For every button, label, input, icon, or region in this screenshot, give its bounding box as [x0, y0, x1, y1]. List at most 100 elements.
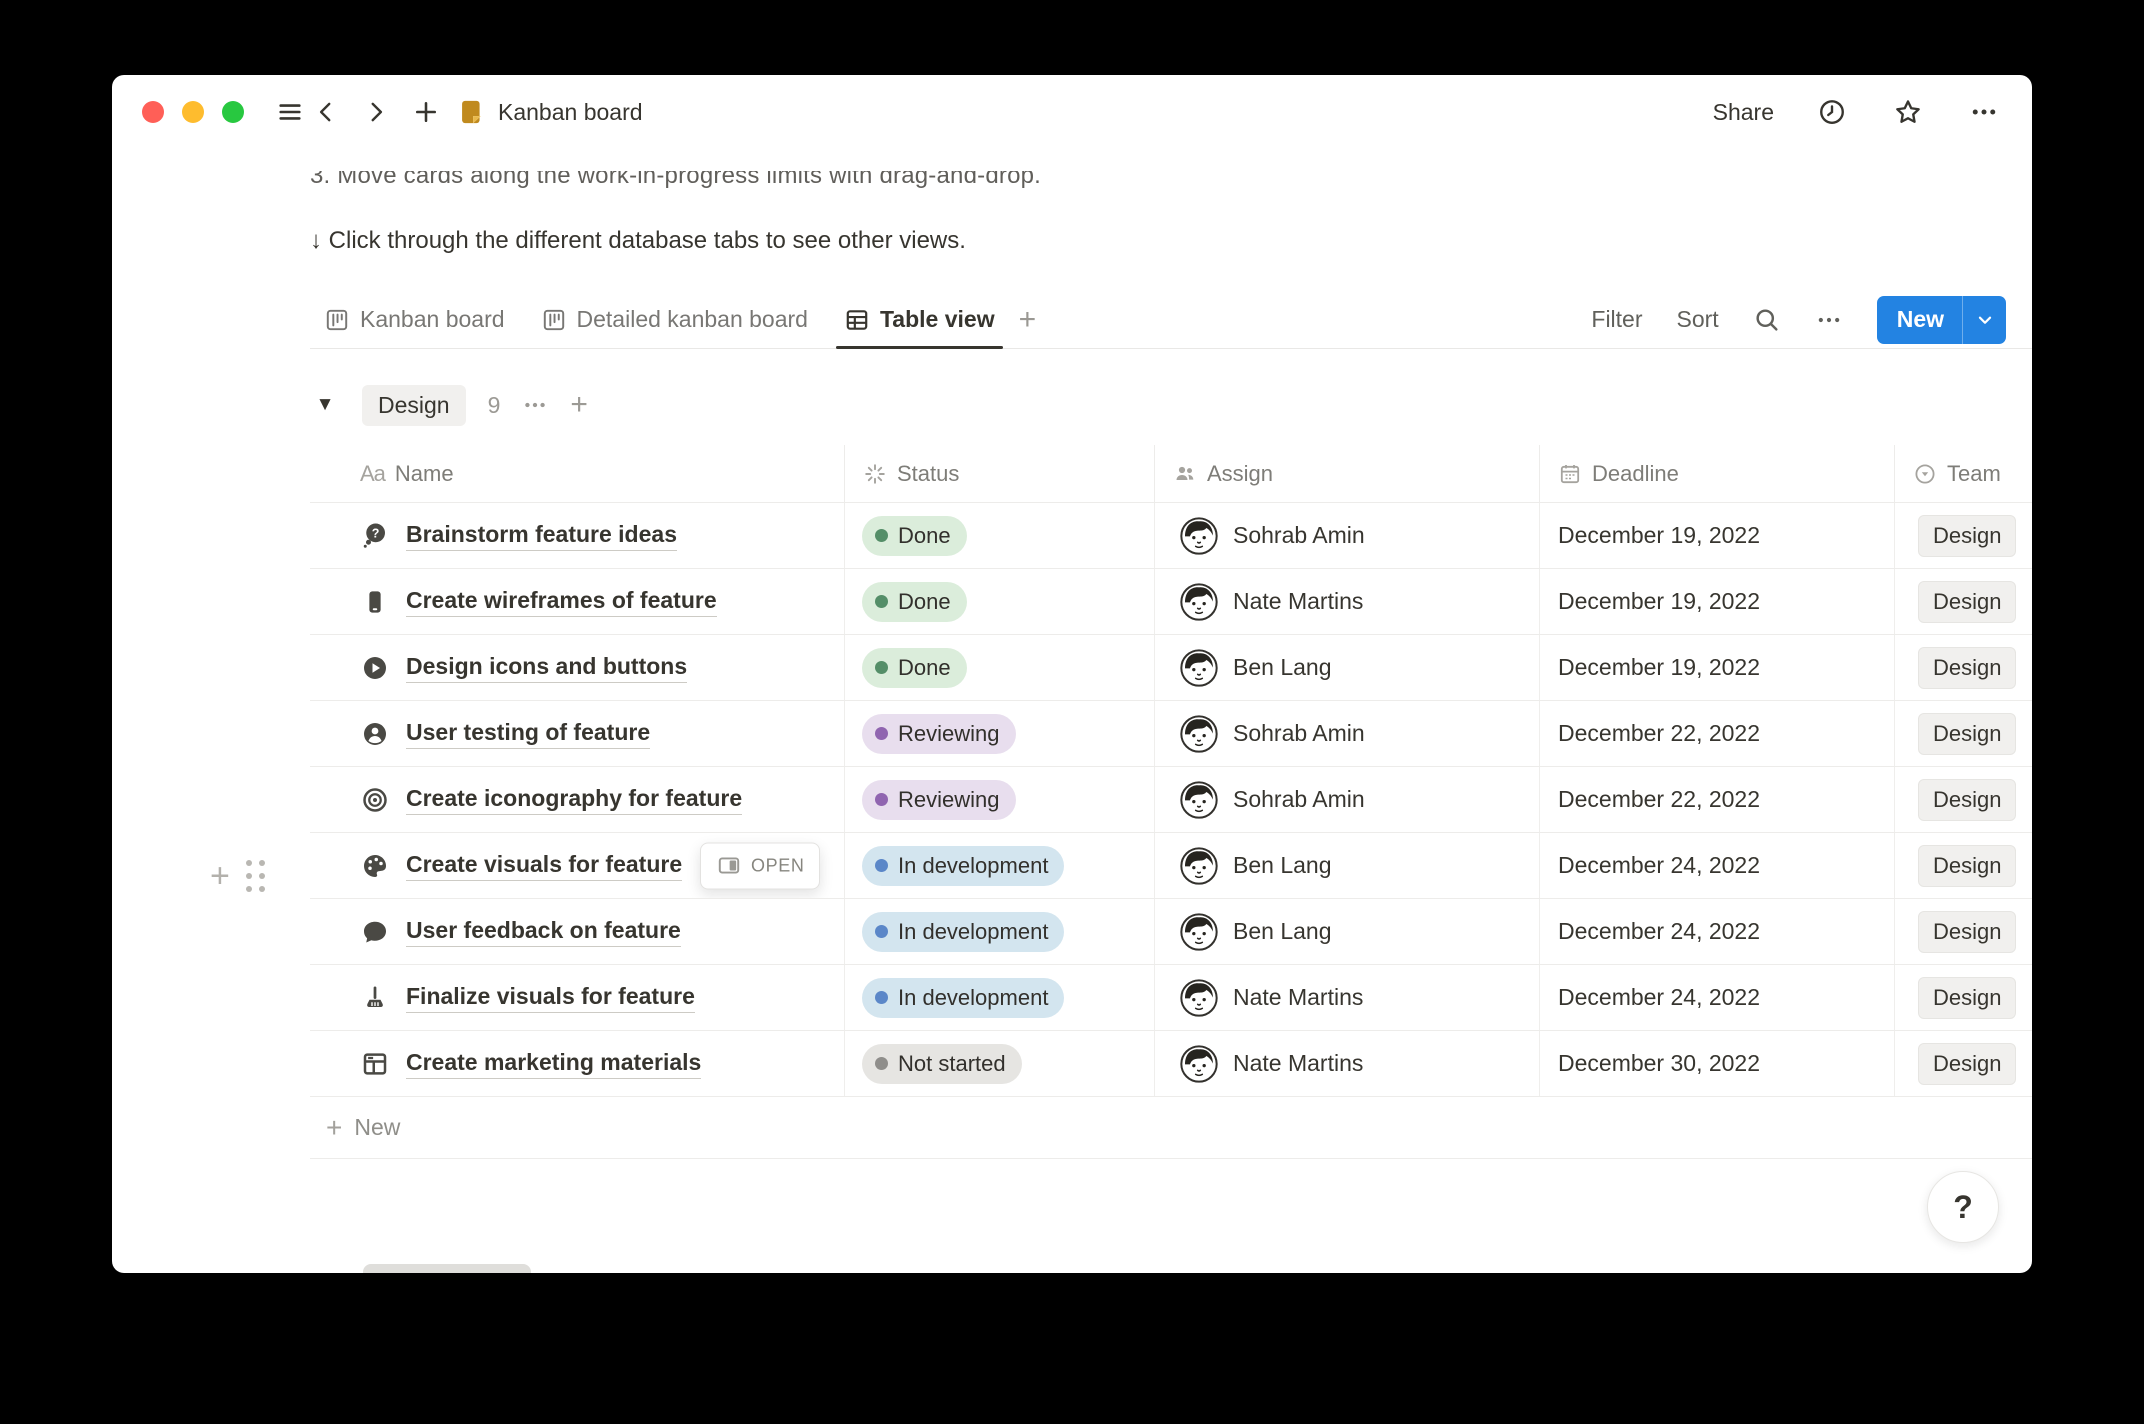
cell-status[interactable]: In development — [845, 965, 1155, 1030]
column-header-status[interactable]: Status — [845, 445, 1155, 502]
menu-icon[interactable] — [272, 94, 308, 130]
cell-team[interactable]: Design — [1895, 569, 2032, 634]
cell-assign[interactable]: Nate Martins — [1155, 965, 1540, 1030]
tab-kanban-board[interactable]: Kanban board — [310, 291, 519, 348]
cell-name[interactable]: User testing of feature — [310, 701, 845, 766]
cell-deadline[interactable]: December 24, 2022 — [1540, 965, 1895, 1030]
cell-deadline[interactable]: December 19, 2022 — [1540, 569, 1895, 634]
status-pill[interactable]: Done — [862, 581, 967, 622]
group-more-icon[interactable] — [522, 392, 548, 418]
task-title-link[interactable]: Finalize visuals for feature — [406, 983, 695, 1013]
cell-assign[interactable]: Sohrab Amin — [1155, 701, 1540, 766]
cell-assign[interactable]: Sohrab Amin — [1155, 503, 1540, 568]
cell-team[interactable]: Design — [1895, 965, 2032, 1030]
cell-assign[interactable]: Sohrab Amin — [1155, 767, 1540, 832]
cell-status[interactable]: Not started — [845, 1031, 1155, 1096]
task-title-link[interactable]: Create wireframes of feature — [406, 587, 717, 617]
cell-name[interactable]: User feedback on feature — [310, 899, 845, 964]
task-title-link[interactable]: Create iconography for feature — [406, 785, 743, 815]
add-view-button[interactable]: + — [1009, 303, 1047, 337]
cell-name[interactable]: Finalize visuals for feature — [310, 965, 845, 1030]
cell-team[interactable]: Design — [1895, 833, 2032, 898]
open-button[interactable]: OPEN — [700, 842, 821, 889]
column-header-assign[interactable]: Assign — [1155, 445, 1540, 502]
sort-button[interactable]: Sort — [1677, 306, 1719, 333]
star-icon[interactable] — [1890, 94, 1926, 130]
cell-status[interactable]: Done — [845, 503, 1155, 568]
group-name-tag[interactable]: Design — [362, 384, 466, 426]
cell-assign[interactable]: Ben Lang — [1155, 899, 1540, 964]
cell-team[interactable]: Design — [1895, 899, 2032, 964]
collapse-group-icon[interactable]: ▼ — [310, 394, 340, 416]
status-pill[interactable]: Reviewing — [862, 713, 1016, 754]
cell-assign[interactable]: Nate Martins — [1155, 1031, 1540, 1096]
cell-team[interactable]: Design — [1895, 635, 2032, 700]
status-pill[interactable]: Done — [862, 515, 967, 556]
new-page-icon[interactable] — [408, 94, 444, 130]
group-add-icon[interactable]: + — [570, 390, 588, 420]
cell-deadline[interactable]: December 22, 2022 — [1540, 701, 1895, 766]
share-button[interactable]: Share — [1713, 99, 1774, 126]
clock-icon[interactable] — [1814, 94, 1850, 130]
zoom-window-button[interactable] — [222, 101, 244, 123]
task-title-link[interactable]: Create marketing materials — [406, 1049, 702, 1079]
cell-name[interactable]: Create marketing materials — [310, 1031, 845, 1096]
cell-team[interactable]: Design — [1895, 1031, 2032, 1096]
status-pill[interactable]: In development — [862, 911, 1065, 952]
chevron-down-icon[interactable] — [1962, 295, 2006, 344]
filter-button[interactable]: Filter — [1591, 306, 1642, 333]
cell-deadline[interactable]: December 30, 2022 — [1540, 1031, 1895, 1096]
cell-status[interactable]: Reviewing — [845, 701, 1155, 766]
task-title-link[interactable]: User feedback on feature — [406, 917, 681, 947]
status-pill[interactable]: Not started — [862, 1043, 1022, 1084]
cell-deadline[interactable]: December 24, 2022 — [1540, 833, 1895, 898]
cell-assign[interactable]: Nate Martins — [1155, 569, 1540, 634]
task-title-link[interactable]: Create visuals for feature — [406, 851, 683, 881]
cell-status[interactable]: Reviewing — [845, 767, 1155, 832]
column-header-deadline[interactable]: Deadline — [1540, 445, 1895, 502]
new-row-button[interactable]: + New — [310, 1097, 2032, 1159]
cell-assign[interactable]: Ben Lang — [1155, 833, 1540, 898]
cell-name[interactable]: Create visuals for feature OPEN — [310, 833, 845, 898]
help-button[interactable]: ? — [1927, 1171, 1999, 1243]
task-title-link[interactable]: Design icons and buttons — [406, 653, 688, 683]
drag-handle[interactable] — [245, 859, 266, 893]
cell-name[interactable]: Create wireframes of feature — [310, 569, 845, 634]
cell-team[interactable]: Design — [1895, 701, 2032, 766]
column-header-team[interactable]: Team — [1895, 445, 2032, 502]
status-pill[interactable]: Reviewing — [862, 779, 1016, 820]
minimize-window-button[interactable] — [182, 101, 204, 123]
cell-team[interactable]: Design — [1895, 503, 2032, 568]
status-label: In development — [898, 852, 1049, 878]
task-title-link[interactable]: User testing of feature — [406, 719, 651, 749]
tab-detailed-kanban-board[interactable]: Detailed kanban board — [527, 291, 822, 348]
insert-row-button[interactable]: + — [210, 858, 230, 894]
close-window-button[interactable] — [142, 101, 164, 123]
status-pill[interactable]: Done — [862, 647, 967, 688]
task-title-link[interactable]: Brainstorm feature ideas — [406, 521, 677, 551]
cell-deadline[interactable]: December 24, 2022 — [1540, 899, 1895, 964]
cell-deadline[interactable]: December 19, 2022 — [1540, 503, 1895, 568]
cell-deadline[interactable]: December 19, 2022 — [1540, 635, 1895, 700]
more-icon[interactable] — [1815, 306, 1843, 334]
back-icon[interactable] — [308, 94, 344, 130]
cell-status[interactable]: Done — [845, 569, 1155, 634]
cell-name[interactable]: Create iconography for feature — [310, 767, 845, 832]
new-button[interactable]: New — [1876, 295, 2006, 344]
cell-status[interactable]: Done — [845, 635, 1155, 700]
cell-status[interactable]: In development — [845, 899, 1155, 964]
cell-deadline[interactable]: December 22, 2022 — [1540, 767, 1895, 832]
assignee-name: Nate Martins — [1233, 984, 1364, 1010]
cell-name[interactable]: ? Brainstorm feature ideas — [310, 503, 845, 568]
status-pill[interactable]: In development — [862, 845, 1065, 886]
tab-table-view[interactable]: Table view — [830, 291, 1009, 349]
more-icon[interactable] — [1966, 94, 2002, 130]
cell-status[interactable]: In development — [845, 833, 1155, 898]
cell-assign[interactable]: Ben Lang — [1155, 635, 1540, 700]
cell-team[interactable]: Design — [1895, 767, 2032, 832]
column-header-name[interactable]: Aa Name — [310, 445, 845, 502]
search-icon[interactable] — [1753, 306, 1781, 334]
cell-name[interactable]: Design icons and buttons — [310, 635, 845, 700]
status-pill[interactable]: In development — [862, 977, 1065, 1018]
forward-icon[interactable] — [358, 94, 394, 130]
